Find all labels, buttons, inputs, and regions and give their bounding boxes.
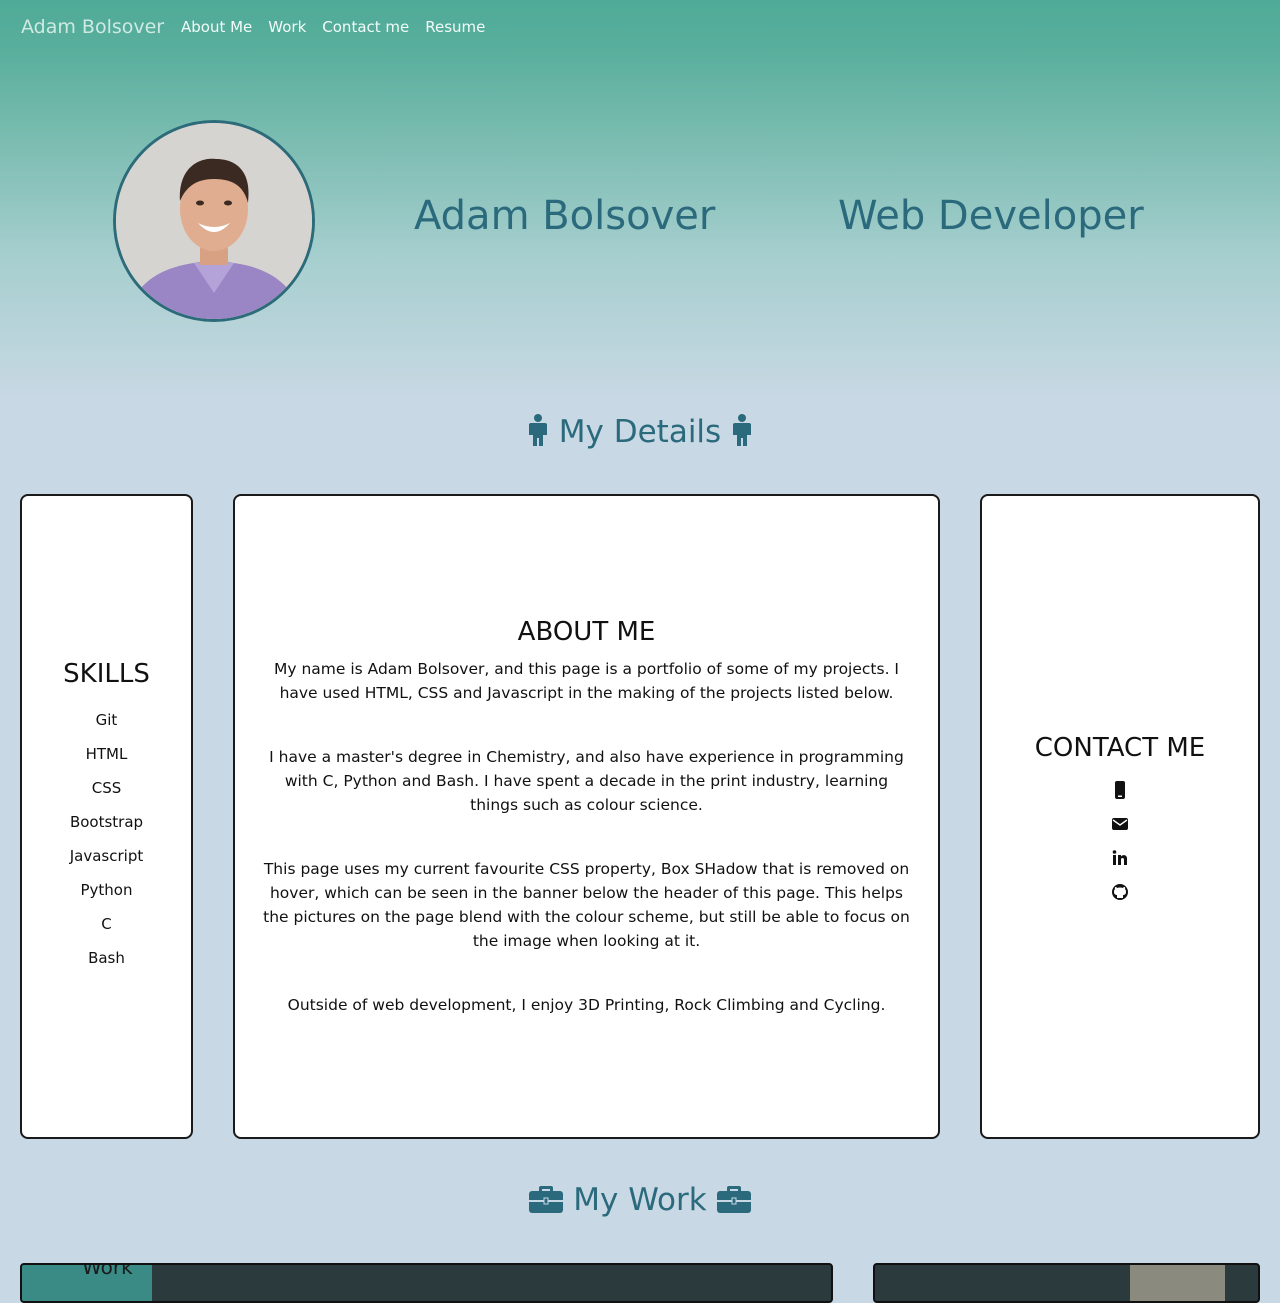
work-project-card[interactable]: Work: [20, 1263, 833, 1303]
about-paragraph: Outside of web development, I enjoy 3D P…: [287, 995, 886, 1014]
skill-item: CSS: [91, 778, 122, 797]
contact-card: CONTACT ME: [980, 494, 1260, 1139]
skills-title: SKILLS: [63, 658, 150, 689]
nav-link-work[interactable]: Work: [268, 18, 306, 36]
my-details-title: My Details: [558, 414, 722, 450]
about-paragraph: My name is Adam Bolsover, and this page …: [273, 659, 900, 702]
about-card: ABOUT ME My name is Adam Bolsover, and t…: [233, 494, 940, 1139]
project-thumbnail: [1130, 1265, 1225, 1301]
project-thumbnail-text: Work: [82, 1263, 133, 1279]
male-icon: [527, 414, 559, 450]
my-work-title: My Work: [573, 1182, 707, 1218]
about-title: ABOUT ME: [517, 616, 656, 647]
hero-role: Web Developer: [838, 193, 1144, 239]
briefcase-icon: [716, 1182, 751, 1218]
about-paragraph: This page uses my current favourite CSS …: [263, 859, 910, 950]
skill-item: HTML: [85, 744, 128, 763]
envelope-icon[interactable]: [1111, 815, 1129, 833]
skills-card: SKILLS Git HTML CSS Bootstrap Javascript…: [20, 494, 193, 1139]
github-icon[interactable]: [1111, 883, 1129, 901]
nav-link-contact[interactable]: Contact me: [322, 18, 409, 36]
navbar: Adam Bolsover About Me Work Contact me R…: [0, 0, 1280, 56]
skill-item: Javascript: [69, 846, 144, 865]
work-project-card[interactable]: [873, 1263, 1260, 1303]
male-icon: [731, 414, 753, 450]
skill-item: Git: [95, 710, 118, 729]
skill-item: Python: [80, 880, 133, 899]
skill-item: Bootstrap: [69, 812, 144, 831]
contact-title: CONTACT ME: [1034, 732, 1206, 763]
nav-brand[interactable]: Adam Bolsover: [21, 16, 164, 38]
skills-list: Git HTML CSS Bootstrap Javascript Python…: [70, 703, 143, 975]
my-details-heading: My Details: [0, 414, 1280, 450]
about-paragraph: I have a master's degree in Chemistry, a…: [269, 747, 904, 814]
skill-item: Bash: [88, 948, 125, 967]
skill-item: C: [101, 914, 112, 933]
contact-icons: [1111, 780, 1129, 901]
hero-name: Adam Bolsover: [414, 193, 716, 239]
my-work-heading: My Work: [0, 1182, 1280, 1218]
nav-links: About Me Work Contact me Resume: [181, 18, 485, 36]
nav-link-resume[interactable]: Resume: [425, 18, 485, 36]
briefcase-icon: [529, 1182, 573, 1218]
profile-photo: [113, 120, 315, 322]
nav-link-about[interactable]: About Me: [181, 18, 252, 36]
mobile-phone-icon[interactable]: [1111, 780, 1129, 799]
linkedin-icon[interactable]: [1111, 849, 1129, 867]
